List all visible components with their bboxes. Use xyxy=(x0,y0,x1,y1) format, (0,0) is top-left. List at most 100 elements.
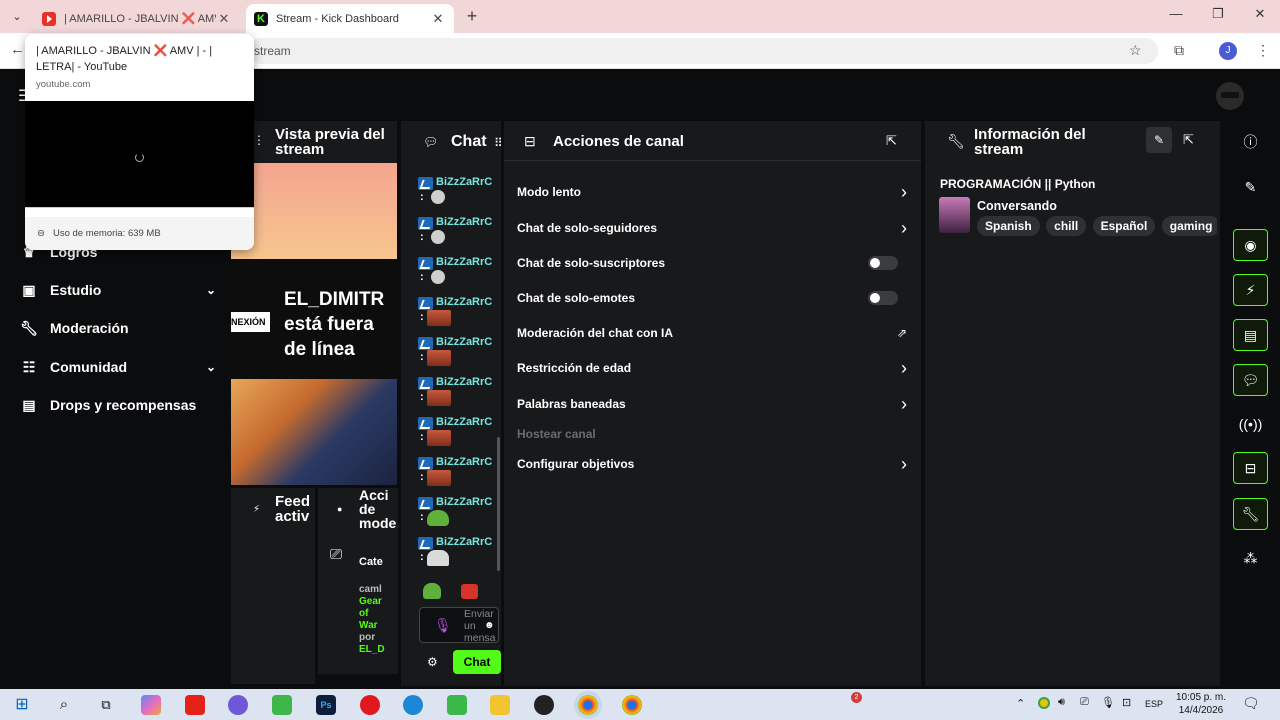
chat-settings-gear-icon[interactable]: ⚙ xyxy=(427,655,438,669)
chrome-icon[interactable] xyxy=(622,695,642,715)
subscribers-only-toggle[interactable] xyxy=(868,256,898,270)
browser-menu-icon[interactable]: ⋮ xyxy=(1256,42,1270,59)
network-icon[interactable]: ⊡ xyxy=(1122,696,1131,709)
stream-preview-panel: ⋮ Vista previa del stream NEXIÓN EL_DIMI… xyxy=(231,121,397,485)
chevron-right-icon: › xyxy=(901,181,907,202)
task-view-icon[interactable]: ⧉ xyxy=(96,695,116,715)
panel-title: Chat xyxy=(451,133,487,150)
chat-username[interactable]: BiZzZaRrC xyxy=(436,496,498,508)
extensions-puzzle-icon[interactable]: ⧉ xyxy=(1174,42,1184,59)
emote-quick-icon[interactable] xyxy=(423,583,441,599)
drag-handle-icon[interactable]: ⠿ xyxy=(494,136,501,150)
user-avatar[interactable] xyxy=(1216,82,1244,110)
channel-actions-icon[interactable]: ⊟ xyxy=(1233,452,1268,484)
chat-username[interactable]: BiZzZaRrC xyxy=(436,536,498,548)
stream-preview-toggle-icon[interactable]: ◉ xyxy=(1233,229,1268,261)
tab-search-chevron-icon[interactable]: ⌄ xyxy=(8,8,26,26)
bookmark-star-icon[interactable]: ☆ xyxy=(1129,42,1142,59)
chat-input[interactable]: 🎙︎ Enviar un mensa ☻ xyxy=(419,607,499,644)
youtube-app-icon[interactable] xyxy=(185,695,205,715)
chat-username[interactable]: BiZzZaRrC xyxy=(436,216,498,228)
minimize-button[interactable]: — xyxy=(1164,6,1188,21)
chat-username[interactable]: BiZzZaRrC xyxy=(436,456,498,468)
notification-center-icon[interactable]: 🗨︎ xyxy=(1242,695,1260,712)
edit-pencil-icon[interactable]: ✎ xyxy=(1233,171,1268,203)
opera-icon[interactable] xyxy=(360,695,380,715)
app-icon[interactable] xyxy=(228,695,248,715)
activity-bolt-icon[interactable]: ⚡︎ xyxy=(1233,274,1268,306)
community-icon[interactable]: ⁂ xyxy=(1233,542,1268,574)
action-palabras-baneadas[interactable]: Palabras baneadas › xyxy=(517,394,911,414)
chat-username[interactable]: BiZzZaRrC xyxy=(436,176,498,188)
sidebar-item-label: Moderación xyxy=(50,320,129,336)
chat-username[interactable]: BiZzZaRrC xyxy=(436,376,498,388)
chat-username[interactable]: BiZzZaRrC xyxy=(436,296,498,308)
popout-icon[interactable]: ⇱ xyxy=(886,133,897,149)
action-modo-lento[interactable]: Modo lento › xyxy=(517,182,911,202)
mod-log-icon[interactable]: ▤ xyxy=(1233,319,1268,351)
memory-usage: ⊖ Uso de memoria: 639 MB xyxy=(25,217,254,250)
language-indicator[interactable]: ESP xyxy=(1145,699,1163,709)
new-tab-button[interactable]: + xyxy=(462,6,482,27)
copilot-icon[interactable] xyxy=(141,695,161,715)
vip-badge-icon xyxy=(418,417,433,430)
edit-pencil-icon[interactable]: ✎ xyxy=(1146,127,1172,153)
preview-drag-icon[interactable]: ⋮ xyxy=(253,133,265,147)
window-close-button[interactable]: ✕ xyxy=(1248,6,1272,22)
tab-close-icon[interactable]: ✕ xyxy=(430,11,446,27)
chat-scrollbar[interactable] xyxy=(497,437,500,571)
windows-start-icon[interactable]: ⊞ xyxy=(12,695,32,715)
mod-log-word: por xyxy=(359,632,376,643)
photoshop-icon[interactable]: Ps xyxy=(316,695,336,715)
chat-username[interactable]: BiZzZaRrC xyxy=(436,256,498,268)
category-icon: ⎚ xyxy=(330,546,343,563)
tray-chevron-up-icon[interactable]: ⌃ xyxy=(1016,697,1025,710)
emote xyxy=(427,510,449,526)
edge-icon[interactable] xyxy=(403,695,423,715)
microphone-icon[interactable]: 🎙︎ xyxy=(434,617,452,634)
sidebar-item-comunidad[interactable]: ☷ Comunidad ⌄ xyxy=(20,355,216,379)
chat-send-button[interactable]: Chat xyxy=(453,650,501,674)
volume-icon[interactable]: 🔊︎ xyxy=(1058,696,1065,709)
tray-app-icon[interactable] xyxy=(1038,697,1050,709)
sidebar-item-drops[interactable]: ▤ Drops y recompensas xyxy=(20,393,216,417)
tab-kick-dashboard[interactable]: Stream - Kick Dashboard ✕ xyxy=(246,4,454,33)
chrome-icon[interactable] xyxy=(574,691,602,719)
address-bar[interactable]: stream xyxy=(248,38,1158,64)
info-icon[interactable]: ⓘ xyxy=(1233,126,1268,158)
action-configurar-objetivos[interactable]: Configurar objetivos › xyxy=(517,454,911,474)
obs-icon[interactable] xyxy=(534,695,554,715)
tab-close-icon[interactable]: ✕ xyxy=(216,11,232,27)
microphone-icon[interactable]: 🎙︎ xyxy=(1101,696,1115,709)
profile-avatar[interactable]: J xyxy=(1219,42,1237,60)
search-icon[interactable]: ⌕ xyxy=(54,695,74,715)
action-restriccion-edad[interactable]: Restricción de edad › xyxy=(517,358,911,378)
sidebar-item-estudio[interactable]: ▣ Estudio ⌄ xyxy=(20,278,216,302)
broadcast-icon[interactable]: ((•)) xyxy=(1233,408,1268,440)
wrench-icon[interactable]: 🔧︎ xyxy=(1233,498,1268,530)
sidebar-item-moderacion[interactable]: 🔧︎ Moderación xyxy=(20,316,216,340)
maximize-button[interactable]: ❐ xyxy=(1206,6,1230,22)
camera-icon[interactable]: ⎚ xyxy=(1080,696,1089,709)
back-arrow-icon[interactable]: ← xyxy=(10,41,25,58)
emotes-only-toggle[interactable] xyxy=(868,291,898,305)
emoji-icon[interactable]: ☻ xyxy=(484,620,495,631)
app-icon[interactable] xyxy=(447,695,467,715)
app-icon[interactable] xyxy=(272,695,292,715)
emote xyxy=(427,470,451,486)
file-explorer-icon[interactable] xyxy=(490,695,510,715)
address-bar-text: stream xyxy=(254,44,291,58)
system-clock[interactable]: 10:05 p. m. 14/4/2026 xyxy=(1168,691,1234,717)
action-moderacion-ia[interactable]: Moderación del chat con IA ⇗ xyxy=(517,323,911,343)
windows-taskbar: ⊞ ⌕ ⧉ Ps 2 ⌃ 🔊︎ ⎚ 🎙︎ ⊡ ESP 10:05 p. m. 1… xyxy=(0,689,1280,720)
chat-bubble-icon[interactable]: 💬︎ xyxy=(1233,364,1268,396)
chat-username[interactable]: BiZzZaRrC xyxy=(436,336,498,348)
category-name[interactable]: Conversando xyxy=(977,199,1057,213)
popout-icon[interactable]: ⇱ xyxy=(1183,132,1194,148)
tab-youtube[interactable]: | AMARILLO - JBALVIN ❌ AMV ✕ xyxy=(34,4,240,33)
action-chat-solo-seguidores[interactable]: Chat de solo-seguidores › xyxy=(517,218,911,238)
tag-list: Spanish chill Español gaming xyxy=(977,216,1217,236)
tag: gaming xyxy=(1161,216,1217,236)
chat-username[interactable]: BiZzZaRrC xyxy=(436,416,498,428)
emote-quick-icon[interactable] xyxy=(461,584,478,599)
